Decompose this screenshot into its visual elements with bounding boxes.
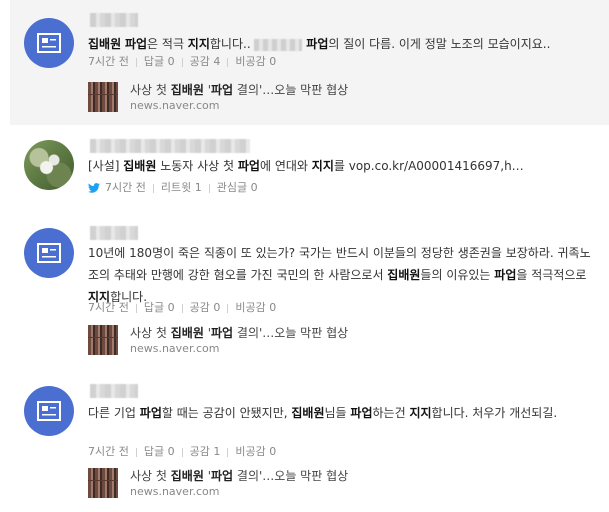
news-avatar-icon[interactable] xyxy=(24,228,74,278)
timestamp: 7시간 전 xyxy=(88,55,129,68)
dislike-button[interactable]: 비공감 0 xyxy=(235,301,276,315)
news-thumbnail xyxy=(88,325,118,355)
highlighted-keyword: 집배원 xyxy=(170,82,204,97)
highlighted-keyword: 파업 xyxy=(350,406,373,420)
reply-button[interactable]: 답글 0 xyxy=(144,445,175,459)
news-avatar-icon[interactable] xyxy=(24,386,74,436)
news-link-card[interactable]: 사상 첫 집배원 '파업 결의'…오늘 막판 협상 news.naver.com xyxy=(88,466,348,500)
news-thumbnail xyxy=(88,468,118,498)
interest-button[interactable]: 관심글 0 xyxy=(217,181,258,195)
retweet-button[interactable]: 리트윗 1 xyxy=(161,181,202,195)
dislike-button[interactable]: 비공감 0 xyxy=(235,55,276,69)
redacted-text xyxy=(254,38,303,51)
author-name[interactable] xyxy=(90,139,250,153)
like-button[interactable]: 공감 0 xyxy=(190,301,221,315)
comment-meta: 7시간 전 답글 0 공감 1 비공감 0 xyxy=(88,445,276,459)
author-name[interactable] xyxy=(90,384,138,398)
comment-meta: 7시간 전 답글 0 공감 0 비공감 0 xyxy=(88,301,276,315)
timestamp: 7시간 전 xyxy=(88,445,129,458)
author-name[interactable] xyxy=(90,226,138,240)
timestamp: 7시간 전 xyxy=(105,181,146,194)
news-source: news.naver.com xyxy=(130,98,220,112)
news-link-card[interactable]: 사상 첫 집배원 '파업 결의'…오늘 막판 협상 news.naver.com xyxy=(88,80,348,114)
highlighted-keyword: 지지 xyxy=(187,37,210,51)
comment-meta: 7시간 전 리트윗 1 관심글 0 xyxy=(88,181,258,195)
comment-card: 10년에 180명이 죽은 직종이 또 있는가? 국가는 반드시 이분들의 정당… xyxy=(10,218,609,368)
highlighted-keyword: 지지 xyxy=(311,159,334,173)
highlighted-keyword: 지지 xyxy=(409,406,432,420)
highlighted-keyword: 집배원 xyxy=(170,468,204,483)
highlighted-keyword: 파업 xyxy=(124,37,148,51)
highlighted-keyword: 파업 xyxy=(139,406,162,420)
twitter-bird-icon xyxy=(88,183,100,193)
news-source: news.naver.com xyxy=(130,341,220,355)
highlighted-keyword: 파업 xyxy=(237,159,260,173)
comment-card: 다른 기업 파업할 때는 공감이 안됐지만, 집배원님들 파업하는건 지지합니다… xyxy=(10,378,609,512)
timestamp: 7시간 전 xyxy=(88,301,129,314)
comment-card: [사설] 집배원 노동자 사상 첫 파업에 연대와 지지를 vop.co.kr/… xyxy=(10,130,609,212)
highlighted-keyword: 파업 xyxy=(306,37,329,51)
comment-text: 10년에 180명이 죽은 직종이 또 있는가? 국가는 반드시 이분들의 정당… xyxy=(88,246,591,304)
news-thumbnail xyxy=(88,82,118,112)
highlighted-keyword: 파업 xyxy=(211,468,234,483)
highlighted-keyword: 집배원 xyxy=(387,268,421,282)
comment-card: 집배원 파업은 적극 지지합니다.. 파업의 질이 다름. 이게 정말 노조의 … xyxy=(10,0,609,125)
highlighted-keyword: 집배원 xyxy=(170,325,204,340)
reply-button[interactable]: 답글 0 xyxy=(144,301,175,315)
like-button[interactable]: 공감 1 xyxy=(190,445,221,459)
news-title[interactable]: 사상 첫 집배원 '파업 결의'…오늘 막판 협상 xyxy=(130,468,348,484)
highlighted-keyword: 파업 xyxy=(211,325,234,340)
comment-text: 다른 기업 파업할 때는 공감이 안됐지만, 집배원님들 파업하는건 지지합니다… xyxy=(88,406,558,420)
highlighted-keyword: 파업 xyxy=(211,82,234,97)
news-avatar-icon[interactable] xyxy=(24,18,74,68)
reply-button[interactable]: 답글 0 xyxy=(144,55,175,69)
comment-meta: 7시간 전 답글 0 공감 4 비공감 0 xyxy=(88,55,276,69)
user-photo-avatar[interactable] xyxy=(24,140,74,190)
dislike-button[interactable]: 비공감 0 xyxy=(235,445,276,459)
news-title[interactable]: 사상 첫 집배원 '파업 결의'…오늘 막판 협상 xyxy=(130,82,348,98)
highlighted-keyword: 파업 xyxy=(494,268,517,282)
highlighted-keyword: 집배원 xyxy=(123,159,157,173)
comment-text: 집배원 파업은 적극 지지합니다.. 파업의 질이 다름. 이게 정말 노조의 … xyxy=(88,37,551,51)
comment-text: [사설] 집배원 노동자 사상 첫 파업에 연대와 지지를 vop.co.kr/… xyxy=(88,159,524,173)
author-name[interactable] xyxy=(90,13,138,27)
like-button[interactable]: 공감 4 xyxy=(190,55,221,69)
news-link-card[interactable]: 사상 첫 집배원 '파업 결의'…오늘 막판 협상 news.naver.com xyxy=(88,323,348,357)
news-title[interactable]: 사상 첫 집배원 '파업 결의'…오늘 막판 협상 xyxy=(130,325,348,341)
highlighted-keyword: 집배원 xyxy=(291,406,325,420)
highlighted-keyword: 집배원 xyxy=(88,37,122,51)
news-source: news.naver.com xyxy=(130,484,220,498)
